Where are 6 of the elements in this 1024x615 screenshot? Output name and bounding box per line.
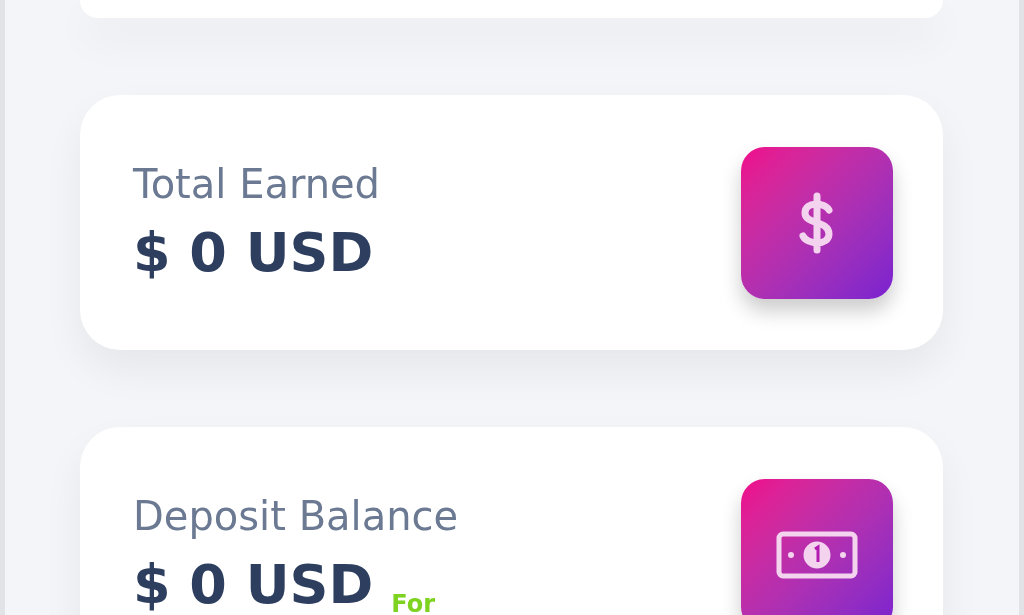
stat-note: For [391,592,436,615]
banknote-icon [775,529,859,580]
stat-value: $ 0 USD [133,551,374,615]
stat-value: $ 0 USD [133,219,374,286]
stat-label: Total Earned [133,159,380,209]
stat-label: Deposit Balance [133,491,459,541]
